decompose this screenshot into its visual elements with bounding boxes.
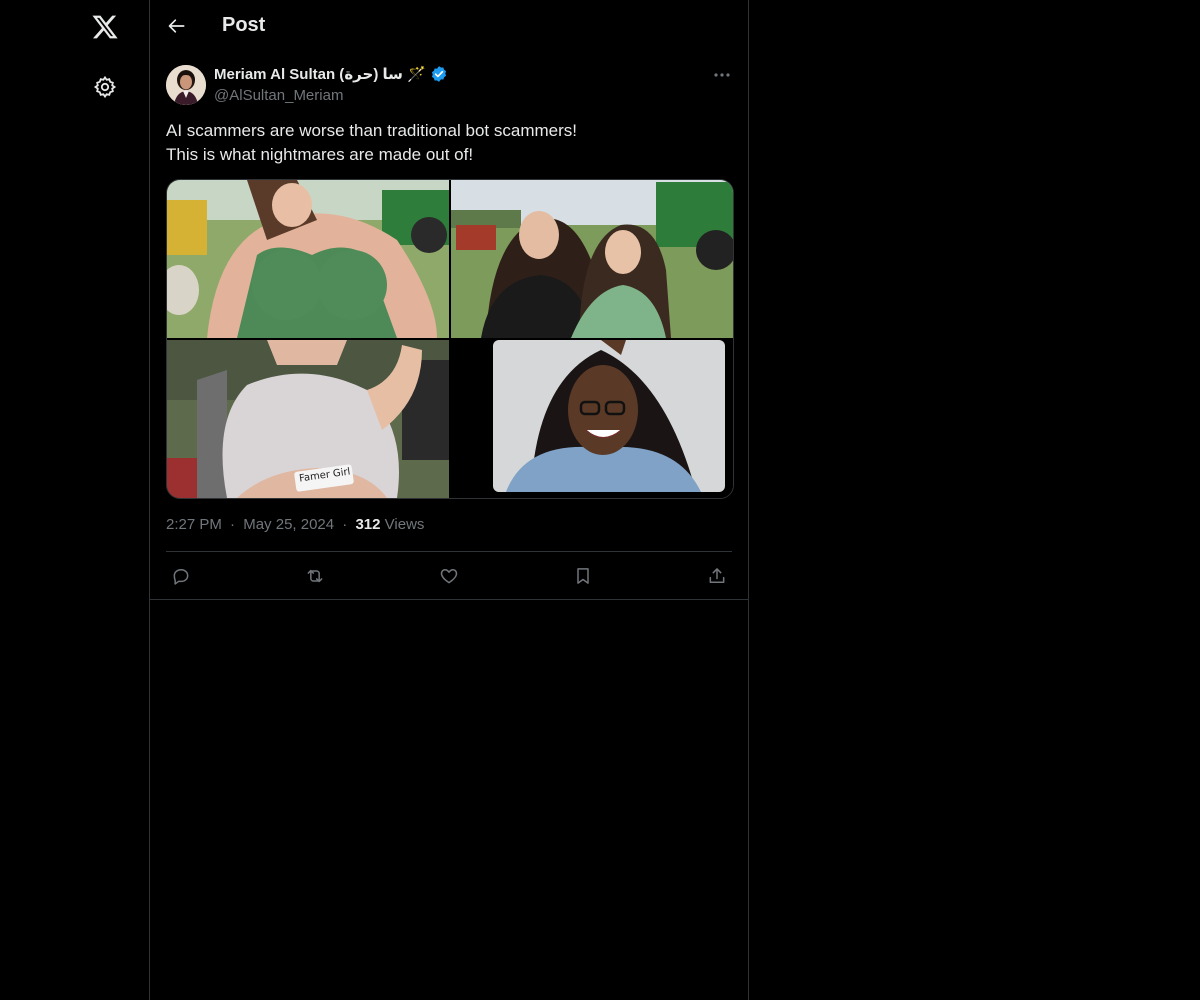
media-image-1[interactable]	[167, 180, 449, 338]
post-text-line: This is what nightmares are made out of!	[166, 145, 474, 164]
share-icon	[709, 568, 725, 583]
reply-button[interactable]	[164, 563, 198, 589]
media-image-3[interactable]: Famer Girl	[167, 340, 449, 498]
repost-button[interactable]	[298, 563, 332, 589]
divider	[150, 599, 748, 600]
gear-icon[interactable]	[81, 63, 129, 111]
more-dots-icon	[714, 73, 730, 77]
repost-icon	[307, 569, 323, 583]
x-logo-icon[interactable]	[81, 3, 129, 51]
heart-icon	[440, 569, 458, 584]
post-text-line: AI scammers are worse than traditional b…	[166, 121, 577, 140]
page-header: Post	[150, 0, 748, 54]
bookmark-icon	[577, 568, 589, 584]
more-options-button[interactable]	[708, 63, 736, 87]
meta-separator: ·	[230, 516, 236, 533]
meta-separator: ·	[342, 516, 348, 533]
post-time[interactable]: 2:27 PM	[166, 516, 222, 533]
post-date[interactable]: May 25, 2024	[243, 516, 334, 533]
media-image-2[interactable]	[451, 180, 733, 338]
bookmark-button[interactable]	[566, 563, 600, 589]
media-grid: Famer Girl	[166, 179, 734, 499]
share-button[interactable]	[700, 563, 734, 589]
post-text: AI scammers are worse than traditional b…	[166, 119, 732, 167]
author-handle[interactable]: @AlSultan_Meriam	[214, 87, 343, 104]
arrow-left-icon	[168, 19, 185, 33]
verified-badge-icon	[431, 66, 446, 82]
author-name-text: Meriam Al Sultan (حرة) سا 🪄	[214, 66, 426, 83]
page-title: Post	[222, 14, 266, 36]
views-count: 312	[355, 516, 381, 533]
views-label: Views	[384, 516, 425, 533]
post-metadata: 2:27 PM · May 25, 2024 · 312 Views	[166, 516, 424, 533]
author-name[interactable]: Meriam Al Sultan (حرة) سا 🪄	[214, 65, 448, 83]
main-column: Post Meriam Al Sultan (حرة) سا 🪄 @AlSult…	[150, 0, 749, 1000]
left-nav	[0, 0, 150, 1000]
like-button[interactable]	[432, 563, 466, 589]
back-button[interactable]	[160, 9, 194, 43]
reply-icon	[173, 569, 189, 585]
media-image-4[interactable]	[451, 340, 733, 498]
divider	[166, 551, 732, 552]
avatar[interactable]	[166, 65, 206, 105]
